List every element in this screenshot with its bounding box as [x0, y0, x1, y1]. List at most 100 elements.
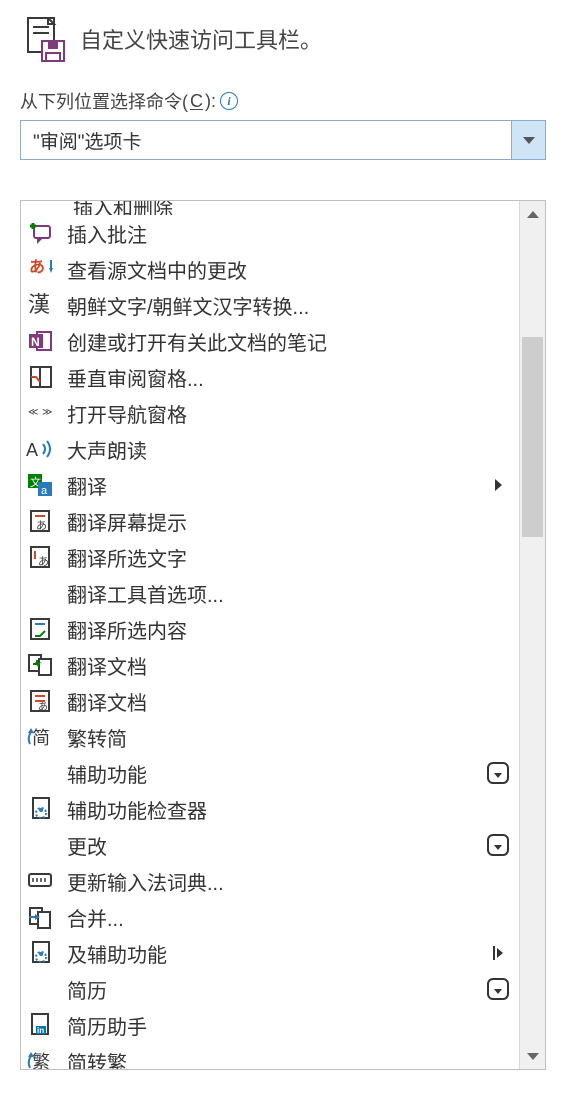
- none-icon: [25, 759, 57, 787]
- list-item-label: 打开导航窗格: [67, 399, 473, 428]
- customize-qat-icon: [20, 15, 68, 63]
- info-icon[interactable]: i: [220, 92, 238, 110]
- list-item[interactable]: 简历: [21, 971, 519, 1007]
- list-item[interactable]: 更新输入法词典...: [21, 863, 519, 899]
- translate-selection-text-icon: あ: [25, 543, 57, 571]
- list-item-label: 插入批注: [67, 219, 473, 248]
- choose-label-prefix: 从下列位置选择命令(: [20, 88, 188, 114]
- svg-text:繁: 繁: [32, 1052, 50, 1069]
- list-item-label: 垂直审阅窗格...: [67, 363, 473, 392]
- commands-source-dropdown[interactable]: "审阅"选项卡: [20, 120, 546, 160]
- list-item-label: 翻译工具首选项...: [67, 579, 473, 608]
- accessibility-check-icon: [25, 795, 57, 823]
- list-item[interactable]: 垂直审阅窗格...: [21, 359, 519, 395]
- svg-text:≫: ≫: [42, 407, 52, 418]
- list-item-label: 简历助手: [67, 1011, 473, 1040]
- list-item[interactable]: 翻译工具首选项...: [21, 575, 519, 611]
- commands-listbox[interactable]: 插入和删除 插入批注 あ 查看源文档中的更改 漢 朝鲜文字/朝鲜文汉字转换...…: [21, 201, 519, 1069]
- svg-text:あ: あ: [38, 701, 48, 713]
- translate-selection-icon: [25, 615, 57, 643]
- list-item-label: 辅助功能: [67, 759, 473, 788]
- choose-commands-label: 从下列位置选择命令(C): i: [20, 88, 546, 114]
- list-item[interactable]: 漢 朝鲜文字/朝鲜文汉字转换...: [21, 287, 519, 323]
- translate-doc-arrow-icon: [25, 651, 57, 679]
- list-item[interactable]: 简 繁转简: [21, 719, 519, 755]
- hanja-icon: 漢: [25, 291, 57, 319]
- chevron-down-icon: [523, 137, 535, 144]
- list-item[interactable]: 辅助功能: [21, 755, 519, 791]
- insert-comment-icon: [25, 219, 57, 247]
- none-icon: [25, 975, 57, 1003]
- resume-assistant-icon: in: [25, 1011, 57, 1039]
- svg-text:≪: ≪: [28, 407, 38, 418]
- list-item[interactable]: A 大声朗读: [21, 431, 519, 467]
- commands-listbox-container: 插入和删除 插入批注 あ 查看源文档中的更改 漢 朝鲜文字/朝鲜文汉字转换...…: [20, 200, 546, 1070]
- vertical-review-icon: [25, 363, 57, 391]
- list-item-label: 及辅助功能: [67, 939, 473, 968]
- scroll-thumb[interactable]: [522, 337, 543, 537]
- translate-doc-icon: あ: [25, 687, 57, 715]
- list-item-label: 翻译所选内容: [67, 615, 473, 644]
- svg-text:a: a: [41, 485, 48, 497]
- scroll-up-button[interactable]: [520, 201, 545, 227]
- dropdown-toggle-button[interactable]: [511, 121, 545, 159]
- partial-row-top: 插入和删除: [21, 201, 519, 215]
- list-item[interactable]: あ 翻译屏幕提示: [21, 503, 519, 539]
- read-aloud-icon: A: [25, 435, 57, 463]
- list-item-label: 创建或打开有关此文档的笔记: [67, 327, 473, 356]
- svg-text:N: N: [31, 335, 40, 349]
- submenu-arrow-icon: [483, 479, 513, 491]
- split-dropdown-icon: [483, 834, 513, 856]
- list-item-label: 简转繁: [67, 1047, 473, 1070]
- list-item[interactable]: 辅助功能检查器: [21, 791, 519, 827]
- combine-icon: [25, 903, 57, 931]
- list-item[interactable]: 插入批注: [21, 215, 519, 251]
- choose-label-mnemonic: C: [190, 91, 203, 112]
- chevron-up-icon: [527, 211, 539, 218]
- list-item-label: 翻译屏幕提示: [67, 507, 473, 536]
- dropdown-selected-value: "审阅"选项卡: [21, 121, 511, 159]
- list-item-label: 大声朗读: [67, 435, 473, 464]
- list-item-label: 翻译所选文字: [67, 543, 473, 572]
- svg-text:漢: 漢: [28, 292, 50, 317]
- list-item[interactable]: あ 查看源文档中的更改: [21, 251, 519, 287]
- scroll-track[interactable]: [520, 227, 545, 1043]
- scroll-down-button[interactable]: [520, 1043, 545, 1069]
- trad-to-simp-icon: 简: [25, 723, 57, 751]
- ime-dict-icon: [25, 867, 57, 895]
- accessibility-check-icon: [25, 939, 57, 967]
- split-dropdown-icon: [483, 762, 513, 784]
- list-item-label: 辅助功能检查器: [67, 795, 473, 824]
- list-item[interactable]: 文 a 翻译: [21, 467, 519, 503]
- list-item-label: 翻译文档: [67, 687, 473, 716]
- nav-pane-icon: ≪ ≫: [25, 399, 57, 427]
- scrollbar[interactable]: [519, 201, 545, 1069]
- dialog-header: 自定义快速访问工具栏。: [20, 15, 546, 63]
- list-item[interactable]: 翻译文档: [21, 647, 519, 683]
- list-item[interactable]: 合并...: [21, 899, 519, 935]
- separator-arrow-icon: [483, 946, 513, 960]
- list-item[interactable]: 更改: [21, 827, 519, 863]
- list-item-label: 合并...: [67, 903, 473, 932]
- svg-text:in: in: [37, 1026, 44, 1035]
- split-dropdown-icon: [483, 978, 513, 1000]
- list-item[interactable]: あ 翻译文档: [21, 683, 519, 719]
- translate-icon: 文 a: [25, 471, 57, 499]
- list-item-label: 更改: [67, 831, 473, 860]
- list-item[interactable]: in 简历助手: [21, 1007, 519, 1043]
- translate-tips-icon: あ: [25, 507, 57, 535]
- list-item[interactable]: 繁 简转繁: [21, 1043, 519, 1069]
- svg-text:简: 简: [32, 728, 50, 748]
- svg-text:あ: あ: [29, 258, 45, 276]
- list-item[interactable]: 及辅助功能: [21, 935, 519, 971]
- none-icon: [25, 831, 57, 859]
- list-item-label: 繁转简: [67, 723, 473, 752]
- list-item-label: 翻译文档: [67, 651, 473, 680]
- svg-text:A: A: [26, 440, 38, 460]
- list-item[interactable]: ≪ ≫ 打开导航窗格: [21, 395, 519, 431]
- list-item[interactable]: N 创建或打开有关此文档的笔记: [21, 323, 519, 359]
- list-item[interactable]: 翻译所选内容: [21, 611, 519, 647]
- svg-text:あ: あ: [36, 519, 47, 532]
- none-icon: [25, 579, 57, 607]
- list-item[interactable]: あ 翻译所选文字: [21, 539, 519, 575]
